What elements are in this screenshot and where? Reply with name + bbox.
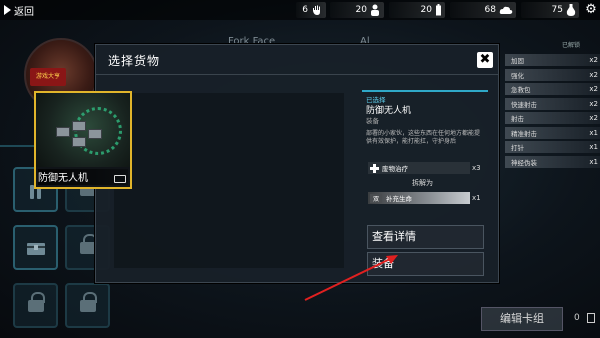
drone-artwork (36, 93, 130, 167)
list-item[interactable]: 射击 x2 (505, 112, 600, 124)
cargo-pane (114, 93, 344, 268)
back-label: 返回 (14, 6, 34, 18)
back-button[interactable]: 返回 (4, 2, 34, 18)
item-detail-pane: 已选择 防御无人机 装备 部署的小家伙，这些东西在任何地方都能提供有效保护，能打… (362, 90, 488, 282)
locked-slot-4 (65, 283, 110, 328)
game-screen: 返回 6 20 20 68 75 ⚙ 游戏大亨 Fork Face Al 已解锁… (0, 0, 600, 338)
reward-count: x3 (472, 164, 481, 172)
inventory-slot-2[interactable] (13, 225, 58, 270)
medical-plus-icon (370, 163, 379, 173)
reward-name: 废物治疗 (382, 165, 408, 173)
list-item[interactable]: 急救包 x2 (505, 83, 600, 95)
back-arrow-icon (4, 5, 11, 15)
split-name: 补充生命 (386, 195, 413, 203)
resource-cloud: 68 (450, 2, 516, 18)
resource-person: 20 (330, 2, 384, 18)
portrait-badge: 游戏大亨 (30, 68, 66, 86)
resource-battery: 20 (389, 2, 445, 18)
split-row: 双 补充生命 (368, 192, 470, 204)
chest-icon (27, 243, 45, 255)
resource-hand-value: 6 (302, 5, 308, 15)
settings-gear-icon[interactable]: ⚙ (583, 2, 599, 18)
item-description: 部署的小家伙，这些东西在任何地方都能提供有效保护，能打能扛，守护身后 (366, 130, 481, 145)
battery-icon (436, 4, 441, 16)
drone-icon (72, 137, 86, 147)
hand-icon (313, 5, 320, 15)
dialog-title: 选择货物 (108, 54, 161, 68)
cloud-icon (499, 6, 513, 14)
list-item[interactable]: 神经伪装 x1 (505, 155, 600, 168)
cargo-card-defense-drone[interactable]: 防御无人机 (34, 91, 132, 189)
list-item[interactable]: 打针 x1 (505, 141, 600, 153)
resource-hand: 6 (296, 2, 326, 18)
lock-icon (79, 233, 97, 254)
drone-icon (72, 121, 86, 131)
split-label: 拆解为 (412, 179, 433, 187)
locked-slot-3 (13, 283, 58, 328)
card-list: 加固 x2 强化 x2 急救包 x2 快速射击 x2 射击 x2 精准射击 x1 打针 x1 … (505, 54, 600, 170)
equip-button[interactable]: 装备 (367, 252, 484, 276)
equipment-tag-icon (114, 175, 126, 183)
resource-potion: 75 (521, 2, 579, 18)
list-item[interactable]: 加固 x2 (505, 54, 600, 66)
close-icon: ✖ (479, 52, 491, 67)
dialog-header: 选择货物 ✖ (96, 45, 498, 75)
top-bar: 返回 6 20 20 68 75 ⚙ (0, 0, 600, 20)
drone-icon (88, 129, 102, 139)
resource-potion-value: 75 (551, 5, 563, 15)
list-item[interactable]: 精准射击 x1 (505, 126, 600, 139)
list-item[interactable]: 快速射击 x2 (505, 97, 600, 110)
edit-deck-count: 0 (574, 313, 580, 323)
list-item[interactable]: 强化 x2 (505, 68, 600, 81)
split-count: x1 (472, 194, 481, 202)
resource-person-value: 20 (355, 5, 367, 15)
close-button[interactable]: ✖ (477, 52, 493, 68)
lock-icon (79, 291, 97, 312)
drone-icon (56, 127, 70, 137)
resource-battery-value: 20 (420, 5, 432, 15)
view-details-button[interactable]: 查看详情 (367, 225, 484, 249)
split-key: 双 (370, 193, 383, 203)
deck-icon (587, 313, 595, 323)
lock-icon (27, 291, 45, 312)
reward-row: 废物治疗 (368, 162, 470, 174)
person-icon (371, 4, 379, 16)
resource-cloud-value: 68 (484, 5, 496, 15)
list-header: 已解锁 (561, 42, 580, 49)
item-type: 装备 (366, 117, 379, 125)
potion-icon (566, 4, 576, 16)
edit-deck-button[interactable]: 编辑卡组 (481, 307, 563, 331)
